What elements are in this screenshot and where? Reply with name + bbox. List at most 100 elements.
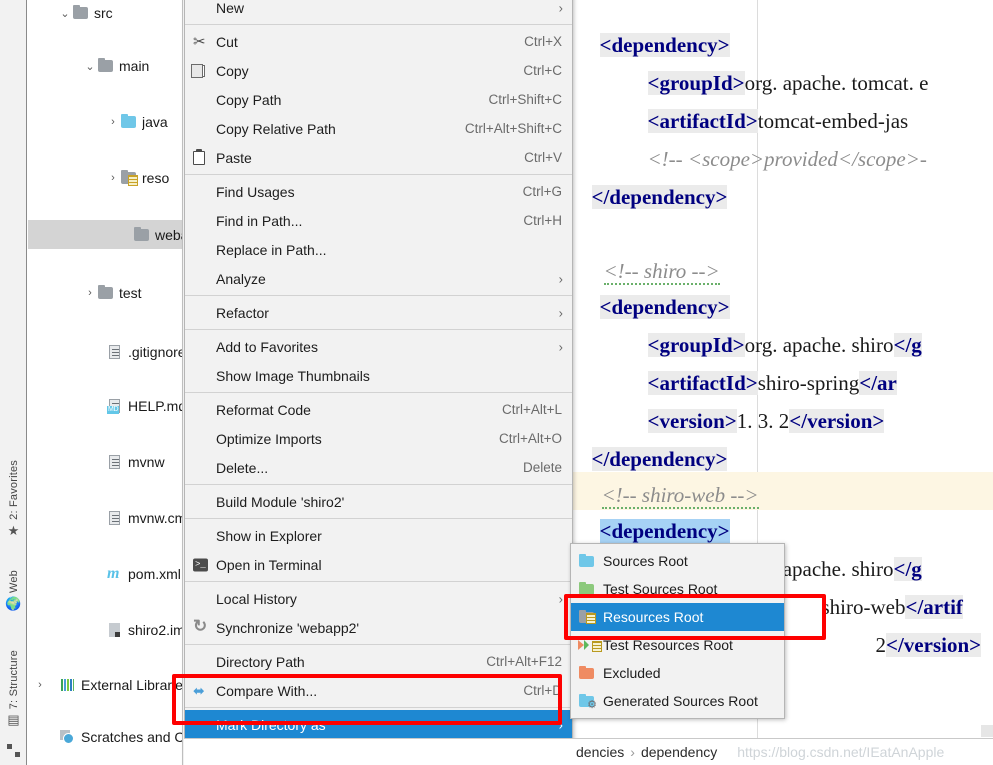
folder-icon	[72, 5, 90, 21]
project-tree-panel[interactable]: ⌄ src ⌄ main › java › reso weba › test	[28, 0, 183, 765]
chevron-right-icon[interactable]: ›	[106, 172, 120, 184]
folder-orange-icon	[578, 665, 596, 681]
menu-item-label: Directory Path	[216, 654, 470, 670]
menu-separator	[185, 174, 572, 175]
menu-item-new[interactable]: New ›	[185, 0, 572, 22]
tool-window-toggle-icon[interactable]	[7, 744, 20, 757]
scrollbar-corner[interactable]	[981, 725, 993, 737]
menu-separator	[185, 329, 572, 330]
menu-item-synchronize[interactable]: Synchronize 'webapp2'	[185, 613, 572, 642]
menu-item-shortcut: Ctrl+Alt+Shift+C	[465, 121, 562, 136]
menu-item-reformat-code[interactable]: Reformat Code Ctrl+Alt+L	[185, 395, 572, 424]
menu-item-label: Refactor	[216, 305, 562, 321]
tree-row[interactable]: › java	[28, 108, 182, 136]
tree-row[interactable]: › test	[28, 278, 182, 308]
context-menu[interactable]: New › Cut Ctrl+X Copy Ctrl+C Copy Path C…	[184, 0, 573, 765]
menu-separator	[185, 581, 572, 582]
menu-item-analyze[interactable]: Analyze ›	[185, 264, 572, 293]
menu-separator	[185, 484, 572, 485]
mark-directory-as-submenu[interactable]: Sources Root Test Sources Root Resources…	[570, 543, 785, 719]
menu-item-find-usages[interactable]: Find Usages Ctrl+G	[185, 177, 572, 206]
menu-item-show-in-explorer[interactable]: Show in Explorer	[185, 521, 572, 550]
tree-row[interactable]: › reso	[28, 164, 182, 192]
code-token: 2	[876, 633, 887, 657]
submenu-item-sources-root[interactable]: Sources Root	[571, 547, 784, 575]
submenu-item-label: Excluded	[603, 665, 661, 681]
menu-item-build-module[interactable]: Build Module 'shiro2'	[185, 487, 572, 516]
tree-row[interactable]: .gitignore	[28, 338, 182, 365]
code-line: 2</version>	[844, 588, 981, 702]
menu-separator	[185, 707, 572, 708]
menu-separator	[185, 392, 572, 393]
tree-row[interactable]: m pom.xml	[28, 560, 182, 588]
tree-row[interactable]: mvnw.cmd	[28, 504, 182, 532]
menu-item-label: New	[216, 0, 562, 16]
folder-icon	[97, 58, 115, 74]
tree-row[interactable]: MD HELP.md	[28, 392, 182, 420]
submenu-item-label: Resources Root	[603, 609, 703, 625]
tree-row[interactable]: ⌄ src	[28, 0, 182, 26]
sidebar-tab-structure[interactable]: 7: Structure ▤	[0, 650, 27, 726]
tree-item-label: java	[142, 114, 168, 130]
breadcrumb-item[interactable]: dencies	[576, 744, 624, 760]
menu-item-paste[interactable]: Paste Ctrl+V	[185, 143, 572, 172]
chevron-right-icon[interactable]: ›	[83, 287, 97, 299]
menu-item-delete[interactable]: Delete... Delete	[185, 453, 572, 482]
breadcrumb-item[interactable]: dependency	[641, 744, 717, 760]
code-token: </dependency>	[592, 185, 728, 209]
menu-item-local-history[interactable]: Local History ›	[185, 584, 572, 613]
tree-item-label: test	[119, 285, 142, 301]
menu-item-cut[interactable]: Cut Ctrl+X	[185, 27, 572, 56]
folder-java-icon	[120, 114, 138, 130]
tree-row[interactable]: Scratches and C	[28, 724, 182, 750]
scratches-icon	[59, 729, 77, 745]
menu-item-copy-path[interactable]: Copy Path Ctrl+Shift+C	[185, 85, 572, 114]
tree-row[interactable]: shiro2.iml	[28, 616, 182, 644]
compare-icon	[192, 682, 209, 699]
tree-item-label: mvnw.cmd	[128, 510, 182, 526]
chevron-right-icon[interactable]: ›	[33, 679, 47, 691]
tree-row[interactable]: mvnw	[28, 448, 182, 476]
menu-item-copy-relative-path[interactable]: Copy Relative Path Ctrl+Alt+Shift+C	[185, 114, 572, 143]
paste-icon	[193, 151, 205, 165]
submenu-item-label: Sources Root	[603, 553, 688, 569]
menu-item-copy[interactable]: Copy Ctrl+C	[185, 56, 572, 85]
menu-item-optimize-imports[interactable]: Optimize Imports Ctrl+Alt+O	[185, 424, 572, 453]
submenu-item-label: Test Resources Root	[603, 637, 733, 653]
chevron-down-icon[interactable]: ⌄	[58, 7, 72, 20]
chevron-right-icon: ›	[559, 305, 563, 320]
submenu-item-generated-sources-root[interactable]: Generated Sources Root	[571, 687, 784, 715]
chevron-right-icon: ›	[559, 717, 563, 732]
terminal-icon	[193, 558, 208, 571]
sync-icon	[192, 619, 209, 636]
chevron-right-icon[interactable]: ›	[106, 116, 120, 128]
submenu-item-excluded[interactable]: Excluded	[571, 659, 784, 687]
menu-item-add-to-favorites[interactable]: Add to Favorites ›	[185, 332, 572, 361]
menu-item-directory-path[interactable]: Directory Path Ctrl+Alt+F12	[185, 647, 572, 676]
tree-row[interactable]: › External Librarie	[28, 672, 182, 698]
menu-item-refactor[interactable]: Refactor ›	[185, 298, 572, 327]
code-token: 1. 3. 2	[737, 409, 790, 433]
submenu-item-test-resources-root[interactable]: Test Resources Root	[571, 631, 784, 659]
tree-item-label: reso	[142, 170, 169, 186]
menu-item-find-in-path[interactable]: Find in Path... Ctrl+H	[185, 206, 572, 235]
chevron-down-icon[interactable]: ⌄	[83, 60, 97, 73]
menu-item-label: Replace in Path...	[216, 242, 562, 258]
tree-item-label: weba	[155, 227, 183, 243]
code-token: </g	[894, 333, 922, 357]
sidebar-tab-favorites[interactable]: 2: Favorites ★	[0, 460, 27, 537]
tree-item-label: pom.xml	[128, 566, 181, 582]
tree-row-selected[interactable]: weba	[28, 220, 183, 249]
menu-item-compare-with[interactable]: Compare With... Ctrl+D	[185, 676, 572, 705]
sidebar-tab-web[interactable]: Web 🌍	[0, 570, 27, 610]
menu-item-mark-directory-as[interactable]: Mark Directory as ›	[185, 710, 572, 739]
menu-item-label: Synchronize 'webapp2'	[216, 620, 562, 636]
menu-item-replace-in-path[interactable]: Replace in Path...	[185, 235, 572, 264]
tree-row[interactable]: ⌄ main	[28, 52, 182, 80]
submenu-item-resources-root[interactable]: Resources Root	[571, 603, 784, 631]
menu-item-show-image-thumbnails[interactable]: Show Image Thumbnails	[185, 361, 572, 390]
menu-item-label: Paste	[216, 150, 508, 166]
submenu-item-test-sources-root[interactable]: Test Sources Root	[571, 575, 784, 603]
menu-item-open-in-terminal[interactable]: Open in Terminal	[185, 550, 572, 579]
tree-item-label: Scratches and C	[81, 729, 182, 745]
